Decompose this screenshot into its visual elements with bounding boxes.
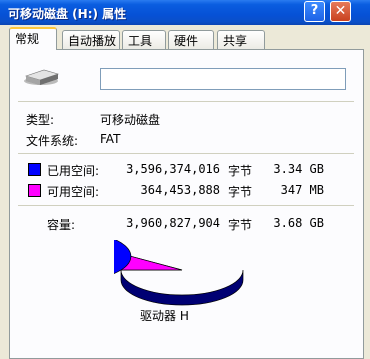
used-space-bytes: 3,596,374,016 <box>126 162 220 176</box>
separator <box>18 101 354 102</box>
separator <box>18 153 354 154</box>
free-space-bytes: 364,453,888 <box>140 183 220 197</box>
capacity-label: 容量: <box>47 218 76 232</box>
free-space-label: 可用空间: <box>47 185 100 199</box>
type-value: 可移动磁盘 <box>100 113 161 127</box>
separator <box>18 205 354 206</box>
free-space-unit: 字节 <box>228 185 253 199</box>
title-bar[interactable]: 可移动磁盘 (H:) 属性 ? ✕ <box>0 0 370 25</box>
window-title: 可移动磁盘 (H:) 属性 <box>8 7 127 21</box>
close-button[interactable]: ✕ <box>330 1 351 22</box>
tab-general[interactable]: 常规 <box>9 27 57 50</box>
capacity-bytes: 3,960,827,904 <box>126 216 220 230</box>
type-label: 类型: <box>26 113 55 127</box>
help-button[interactable]: ? <box>304 1 325 22</box>
drive-label: 驱动器 H <box>140 309 189 323</box>
capacity-unit: 字节 <box>228 218 253 232</box>
general-panel: 类型: 可移动磁盘 文件系统: FAT 已用空间: 3,596,374,016 … <box>9 49 364 359</box>
tab-strip: 常规 自动播放 工具 硬件 共享 <box>0 26 370 50</box>
filesystem-value: FAT <box>100 132 121 146</box>
volume-label-input[interactable] <box>100 68 346 90</box>
tab-sharing[interactable]: 共享 <box>217 30 265 49</box>
used-space-unit: 字节 <box>228 164 253 178</box>
tab-autoplay[interactable]: 自动播放 <box>62 30 120 49</box>
tab-tools[interactable]: 工具 <box>122 30 166 49</box>
free-space-swatch <box>28 184 41 197</box>
free-space-size: 347 MB <box>280 183 324 197</box>
capacity-size: 3.68 GB <box>273 216 324 230</box>
removable-drive-icon <box>24 69 60 85</box>
tab-hardware[interactable]: 硬件 <box>168 30 214 49</box>
pie-side-wall <box>120 269 244 306</box>
used-space-label: 已用空间: <box>47 164 100 178</box>
filesystem-label: 文件系统: <box>26 134 79 148</box>
disk-usage-pie-chart <box>114 240 244 306</box>
used-space-swatch <box>28 163 41 176</box>
used-space-size: 3.34 GB <box>273 162 324 176</box>
